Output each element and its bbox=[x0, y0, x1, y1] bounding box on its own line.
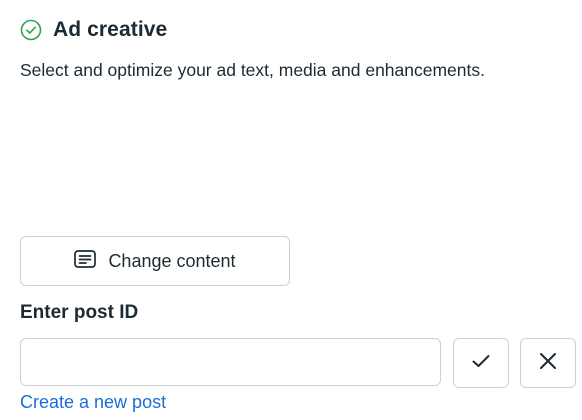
confirm-post-id-button[interactable] bbox=[453, 338, 509, 388]
post-id-label: Enter post ID bbox=[20, 302, 139, 323]
section-header: Ad creative bbox=[19, 18, 167, 42]
check-circle-icon bbox=[19, 18, 43, 42]
section-title: Ad creative bbox=[53, 18, 168, 41]
close-icon bbox=[539, 352, 557, 375]
checkmark-icon bbox=[471, 353, 491, 374]
change-content-label: Change content bbox=[108, 250, 236, 271]
section-description: Select and optimize your ad text, media … bbox=[20, 60, 485, 80]
post-content-icon bbox=[74, 249, 97, 273]
post-id-input[interactable] bbox=[20, 338, 441, 386]
create-new-post-link[interactable]: Create a new post bbox=[20, 392, 166, 413]
cancel-post-id-button[interactable] bbox=[520, 338, 576, 388]
change-content-button[interactable]: Change content bbox=[20, 236, 290, 286]
